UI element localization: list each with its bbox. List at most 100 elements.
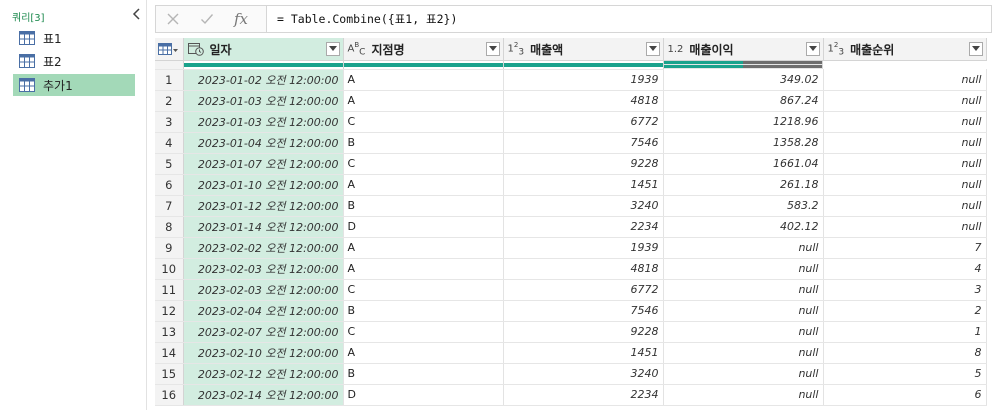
rank-cell[interactable]: null bbox=[823, 195, 987, 217]
table-row[interactable]: 1 2023-01-02 오전 12:00:00 A 1939 349.02 null bbox=[155, 69, 987, 91]
table-row[interactable]: 3 2023-01-03 오전 12:00:00 C 6772 1218.96 null bbox=[155, 111, 987, 133]
rank-cell[interactable]: 8 bbox=[823, 342, 987, 364]
date-cell[interactable]: 2023-02-02 오전 12:00:00 bbox=[183, 237, 344, 259]
rank-cell[interactable]: null bbox=[823, 216, 987, 238]
sales-cell[interactable]: 1451 bbox=[503, 342, 664, 364]
branch-cell[interactable]: D bbox=[343, 384, 504, 406]
profit-cell[interactable]: 349.02 bbox=[663, 69, 824, 91]
column-header-branch[interactable]: ABC 지점명 bbox=[343, 38, 504, 61]
column-header-date[interactable]: 일자 bbox=[183, 38, 344, 61]
date-cell[interactable]: 2023-01-03 오전 12:00:00 bbox=[183, 90, 344, 112]
rank-cell[interactable]: null bbox=[823, 90, 987, 112]
query-item-append1[interactable]: 추가1 bbox=[13, 74, 135, 96]
row-number[interactable]: 10 bbox=[155, 258, 184, 280]
table-row[interactable]: 15 2023-02-12 오전 12:00:00 B 3240 null 5 bbox=[155, 363, 987, 385]
date-cell[interactable]: 2023-01-10 오전 12:00:00 bbox=[183, 174, 344, 196]
rank-cell[interactable]: 2 bbox=[823, 300, 987, 322]
sales-cell[interactable]: 3240 bbox=[503, 195, 664, 217]
sales-cell[interactable]: 7546 bbox=[503, 300, 664, 322]
branch-cell[interactable]: C bbox=[343, 153, 504, 175]
table-row[interactable]: 9 2023-02-02 오전 12:00:00 A 1939 null 7 bbox=[155, 237, 987, 259]
integer-type-icon[interactable]: 123 bbox=[508, 41, 525, 57]
table-row[interactable]: 2 2023-01-03 오전 12:00:00 A 4818 867.24 null bbox=[155, 90, 987, 112]
table-row[interactable]: 14 2023-02-10 오전 12:00:00 A 1451 null 8 bbox=[155, 342, 987, 364]
sales-cell[interactable]: 4818 bbox=[503, 90, 664, 112]
rank-cell[interactable]: null bbox=[823, 111, 987, 133]
rank-cell[interactable]: null bbox=[823, 69, 987, 91]
row-number[interactable]: 8 bbox=[155, 216, 184, 238]
table-row[interactable]: 13 2023-02-07 오전 12:00:00 C 9228 null 1 bbox=[155, 321, 987, 343]
branch-cell[interactable]: B bbox=[343, 363, 504, 385]
branch-cell[interactable]: A bbox=[343, 258, 504, 280]
query-item-table2[interactable]: 표2 bbox=[13, 50, 135, 72]
profit-cell[interactable]: 867.24 bbox=[663, 90, 824, 112]
sales-cell[interactable]: 2234 bbox=[503, 384, 664, 406]
confirm-button[interactable] bbox=[190, 6, 224, 32]
row-number[interactable]: 6 bbox=[155, 174, 184, 196]
filter-dropdown-button[interactable] bbox=[485, 42, 500, 56]
sales-cell[interactable]: 9228 bbox=[503, 321, 664, 343]
profit-cell[interactable]: 1661.04 bbox=[663, 153, 824, 175]
rank-cell[interactable]: 1 bbox=[823, 321, 987, 343]
column-header-sales[interactable]: 123 매출액 bbox=[503, 38, 664, 61]
row-number[interactable]: 13 bbox=[155, 321, 184, 343]
filter-dropdown-button[interactable] bbox=[645, 42, 660, 56]
profit-cell[interactable]: null bbox=[663, 237, 824, 259]
date-cell[interactable]: 2023-01-02 오전 12:00:00 bbox=[183, 69, 344, 91]
profit-cell[interactable]: 261.18 bbox=[663, 174, 824, 196]
profit-cell[interactable]: 402.12 bbox=[663, 216, 824, 238]
branch-cell[interactable]: B bbox=[343, 300, 504, 322]
row-number[interactable]: 5 bbox=[155, 153, 184, 175]
date-cell[interactable]: 2023-01-03 오전 12:00:00 bbox=[183, 111, 344, 133]
rank-cell[interactable]: null bbox=[823, 132, 987, 154]
table-row[interactable]: 10 2023-02-03 오전 12:00:00 A 4818 null 4 bbox=[155, 258, 987, 280]
rank-cell[interactable]: 7 bbox=[823, 237, 987, 259]
table-row[interactable]: 6 2023-01-10 오전 12:00:00 A 1451 261.18 null bbox=[155, 174, 987, 196]
table-row[interactable]: 11 2023-02-03 오전 12:00:00 C 6772 null 3 bbox=[155, 279, 987, 301]
profit-cell[interactable]: null bbox=[663, 258, 824, 280]
sales-cell[interactable]: 6772 bbox=[503, 279, 664, 301]
date-cell[interactable]: 2023-01-14 오전 12:00:00 bbox=[183, 216, 344, 238]
profit-cell[interactable]: null bbox=[663, 279, 824, 301]
sales-cell[interactable]: 1939 bbox=[503, 69, 664, 91]
date-cell[interactable]: 2023-02-14 오전 12:00:00 bbox=[183, 384, 344, 406]
row-number[interactable]: 2 bbox=[155, 90, 184, 112]
decimal-type-icon[interactable]: 1.2 bbox=[668, 44, 684, 55]
datetime-type-icon[interactable] bbox=[187, 42, 204, 56]
sales-cell[interactable]: 6772 bbox=[503, 111, 664, 133]
rank-cell[interactable]: 6 bbox=[823, 384, 987, 406]
profit-cell[interactable]: 1358.28 bbox=[663, 132, 824, 154]
branch-cell[interactable]: A bbox=[343, 174, 504, 196]
table-row[interactable]: 4 2023-01-04 오전 12:00:00 B 7546 1358.28 null bbox=[155, 132, 987, 154]
date-cell[interactable]: 2023-02-03 오전 12:00:00 bbox=[183, 258, 344, 280]
table-row[interactable]: 12 2023-02-04 오전 12:00:00 B 7546 null 2 bbox=[155, 300, 987, 322]
profit-cell[interactable]: null bbox=[663, 384, 824, 406]
sales-cell[interactable]: 7546 bbox=[503, 132, 664, 154]
profit-cell[interactable]: null bbox=[663, 300, 824, 322]
rank-cell[interactable]: 5 bbox=[823, 363, 987, 385]
date-cell[interactable]: 2023-01-04 오전 12:00:00 bbox=[183, 132, 344, 154]
branch-cell[interactable]: B bbox=[343, 132, 504, 154]
branch-cell[interactable]: C bbox=[343, 111, 504, 133]
profit-cell[interactable]: 583.2 bbox=[663, 195, 824, 217]
integer-type-icon[interactable]: 123 bbox=[828, 41, 845, 57]
formula-input[interactable]: = Table.Combine({표1, 표2}) bbox=[267, 5, 992, 33]
filter-dropdown-button[interactable] bbox=[805, 42, 820, 56]
row-number[interactable]: 15 bbox=[155, 363, 184, 385]
table-row[interactable]: 16 2023-02-14 오전 12:00:00 D 2234 null 6 bbox=[155, 384, 987, 406]
sales-cell[interactable]: 1451 bbox=[503, 174, 664, 196]
row-number[interactable]: 4 bbox=[155, 132, 184, 154]
row-number[interactable]: 1 bbox=[155, 69, 184, 91]
branch-cell[interactable]: C bbox=[343, 321, 504, 343]
table-row[interactable]: 8 2023-01-14 오전 12:00:00 D 2234 402.12 null bbox=[155, 216, 987, 238]
row-number[interactable]: 14 bbox=[155, 342, 184, 364]
branch-cell[interactable]: A bbox=[343, 69, 504, 91]
date-cell[interactable]: 2023-02-12 오전 12:00:00 bbox=[183, 363, 344, 385]
insert-function-button[interactable]: fx bbox=[224, 6, 258, 32]
row-number[interactable]: 11 bbox=[155, 279, 184, 301]
date-cell[interactable]: 2023-02-04 오전 12:00:00 bbox=[183, 300, 344, 322]
profit-cell[interactable]: null bbox=[663, 321, 824, 343]
branch-cell[interactable]: A bbox=[343, 342, 504, 364]
row-number[interactable]: 3 bbox=[155, 111, 184, 133]
branch-cell[interactable]: C bbox=[343, 279, 504, 301]
